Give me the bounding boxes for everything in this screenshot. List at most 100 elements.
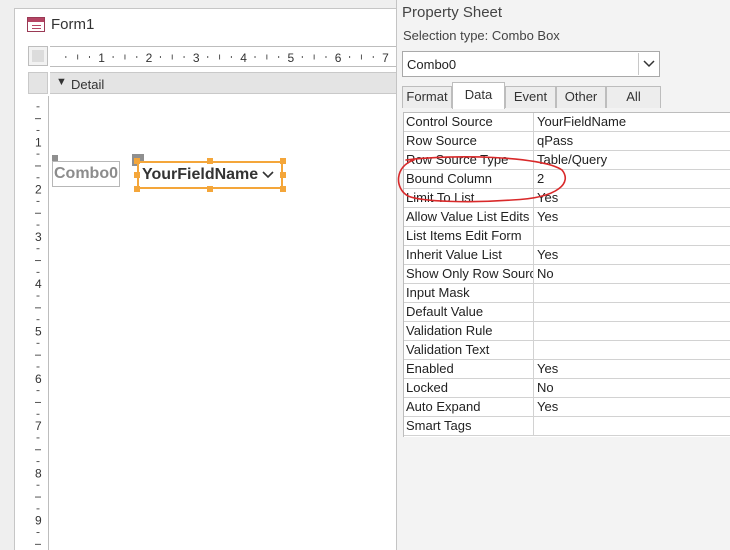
property-value[interactable] <box>537 341 730 359</box>
property-grid: Control Source YourFieldName Row Source qP… <box>403 112 730 437</box>
property-name: Row Source Type <box>404 151 534 169</box>
form-title: Form1 <box>51 16 95 33</box>
property-tabs: Format Data Event Other All <box>402 82 730 109</box>
form-selector[interactable] <box>28 46 48 66</box>
property-row[interactable]: Control Source YourFieldName <box>404 113 730 132</box>
property-row[interactable]: Default Value <box>404 303 730 322</box>
property-name: List Items Edit Form <box>404 227 534 245</box>
property-name: Validation Text <box>404 341 534 359</box>
ruler-label: 5 <box>35 325 42 339</box>
detail-section-selector[interactable] <box>28 72 48 94</box>
property-name: Limit To List <box>404 189 534 207</box>
detail-section-header[interactable]: ▼ Detail <box>50 72 396 94</box>
resize-handle-bottom-middle[interactable] <box>207 186 213 192</box>
property-value[interactable]: 2 <box>537 170 730 188</box>
property-name: Validation Rule <box>404 322 534 340</box>
property-row[interactable]: Show Only Row Source ValuesNo <box>404 265 730 284</box>
combo-label-control[interactable]: Combo0 <box>52 161 120 187</box>
resize-handle-top-left[interactable] <box>134 158 140 164</box>
property-value[interactable] <box>537 227 730 245</box>
property-name: Default Value <box>404 303 534 321</box>
ruler-label: 3 <box>193 51 200 65</box>
combo-box-text: YourFieldName <box>142 166 259 183</box>
property-name: Bound Column <box>404 170 534 188</box>
ruler-label: 8 <box>35 466 42 480</box>
property-name: Smart Tags <box>404 417 534 435</box>
object-selector-dropdown[interactable]: Combo0 <box>402 51 660 77</box>
ruler-label: 4 <box>240 51 247 65</box>
property-row[interactable]: Locked No <box>404 379 730 398</box>
property-value[interactable]: YourFieldName <box>537 113 730 131</box>
property-row[interactable]: Bound Column 2 <box>404 170 730 189</box>
ruler-label: 4 <box>35 277 42 291</box>
property-name: Show Only Row Source Values <box>404 265 534 283</box>
tab-other[interactable]: Other <box>556 86 606 108</box>
property-row[interactable]: List Items Edit Form <box>404 227 730 246</box>
property-name: Auto Expand <box>404 398 534 416</box>
property-row[interactable]: Input Mask <box>404 284 730 303</box>
property-row[interactable]: Allow Value List Edits Yes <box>404 208 730 227</box>
combo-label-text: Combo0 <box>54 165 118 182</box>
ruler-label: 3 <box>35 230 42 244</box>
resize-handle-middle-right[interactable] <box>280 172 286 178</box>
property-value[interactable]: Yes <box>537 189 730 207</box>
ruler-label: 1 <box>35 135 42 149</box>
object-selector-value: Combo0 <box>407 57 457 72</box>
property-name: Locked <box>404 379 534 397</box>
property-value[interactable]: Yes <box>537 398 730 416</box>
form-title-row[interactable]: Form1 <box>14 8 396 38</box>
property-value[interactable]: Yes <box>537 360 730 378</box>
property-value[interactable]: Yes <box>537 208 730 226</box>
property-name: Row Source <box>404 132 534 150</box>
property-name: Control Source <box>404 113 534 131</box>
resize-handle-middle-left[interactable] <box>134 172 140 178</box>
form-icon <box>27 17 45 32</box>
resize-handle-bottom-right[interactable] <box>280 186 286 192</box>
property-row[interactable]: Inherit Value List Yes <box>404 246 730 265</box>
property-row[interactable]: Validation Text <box>404 341 730 360</box>
property-sheet-title: Property Sheet <box>402 4 503 21</box>
property-value[interactable] <box>537 284 730 302</box>
chevron-down-icon[interactable] <box>638 53 658 75</box>
detail-section-label: Detail <box>71 77 105 92</box>
tab-data[interactable]: Data <box>452 82 505 109</box>
horizontal-ruler[interactable]: 1 2 3 4 5 6 7 <box>50 46 396 67</box>
tab-all[interactable]: All <box>606 86 661 108</box>
vertical-ruler[interactable]: 1 2 3 4 5 6 7 8 9 <box>28 96 49 550</box>
tab-event[interactable]: Event <box>505 86 556 108</box>
property-row[interactable]: Validation Rule <box>404 322 730 341</box>
property-row[interactable]: Smart Tags <box>404 417 730 436</box>
tab-format[interactable]: Format <box>402 86 452 108</box>
property-value[interactable] <box>537 417 730 435</box>
chevron-down-icon[interactable] <box>259 165 277 185</box>
property-row[interactable]: Row Source Type Table/Query <box>404 151 730 170</box>
property-row[interactable]: Enabled Yes <box>404 360 730 379</box>
property-row[interactable]: Limit To List Yes <box>404 189 730 208</box>
ruler-label: 7 <box>382 51 389 65</box>
ruler-label: 5 <box>288 51 295 65</box>
property-name: Inherit Value List <box>404 246 534 264</box>
property-value[interactable]: Yes <box>537 246 730 264</box>
property-value[interactable]: No <box>537 265 730 283</box>
ruler-label: 1 <box>98 51 105 65</box>
selection-type-label: Selection type: Combo Box <box>403 28 560 43</box>
property-row[interactable]: Row Source qPass <box>404 132 730 151</box>
property-value[interactable] <box>537 303 730 321</box>
combo-box-control[interactable]: YourFieldName <box>137 161 283 189</box>
property-value[interactable]: Table/Query <box>537 151 730 169</box>
ruler-label: 6 <box>335 51 342 65</box>
property-row[interactable]: Auto Expand Yes <box>404 398 730 417</box>
property-name: Input Mask <box>404 284 534 302</box>
resize-handle-top-right[interactable] <box>280 158 286 164</box>
property-value[interactable] <box>537 322 730 340</box>
form-design-window: Form1 1234567 ▼ Detail 123456789 Combo0 … <box>0 0 396 550</box>
ruler-label: 9 <box>35 514 42 528</box>
property-value[interactable]: No <box>537 379 730 397</box>
resize-handle-top-middle[interactable] <box>207 158 213 164</box>
ruler-label: 2 <box>146 51 153 65</box>
property-value[interactable]: qPass <box>537 132 730 150</box>
ruler-label: 2 <box>35 183 42 197</box>
ruler-label: 7 <box>35 419 42 433</box>
resize-handle-bottom-left[interactable] <box>134 186 140 192</box>
ruler-label: 6 <box>35 372 42 386</box>
